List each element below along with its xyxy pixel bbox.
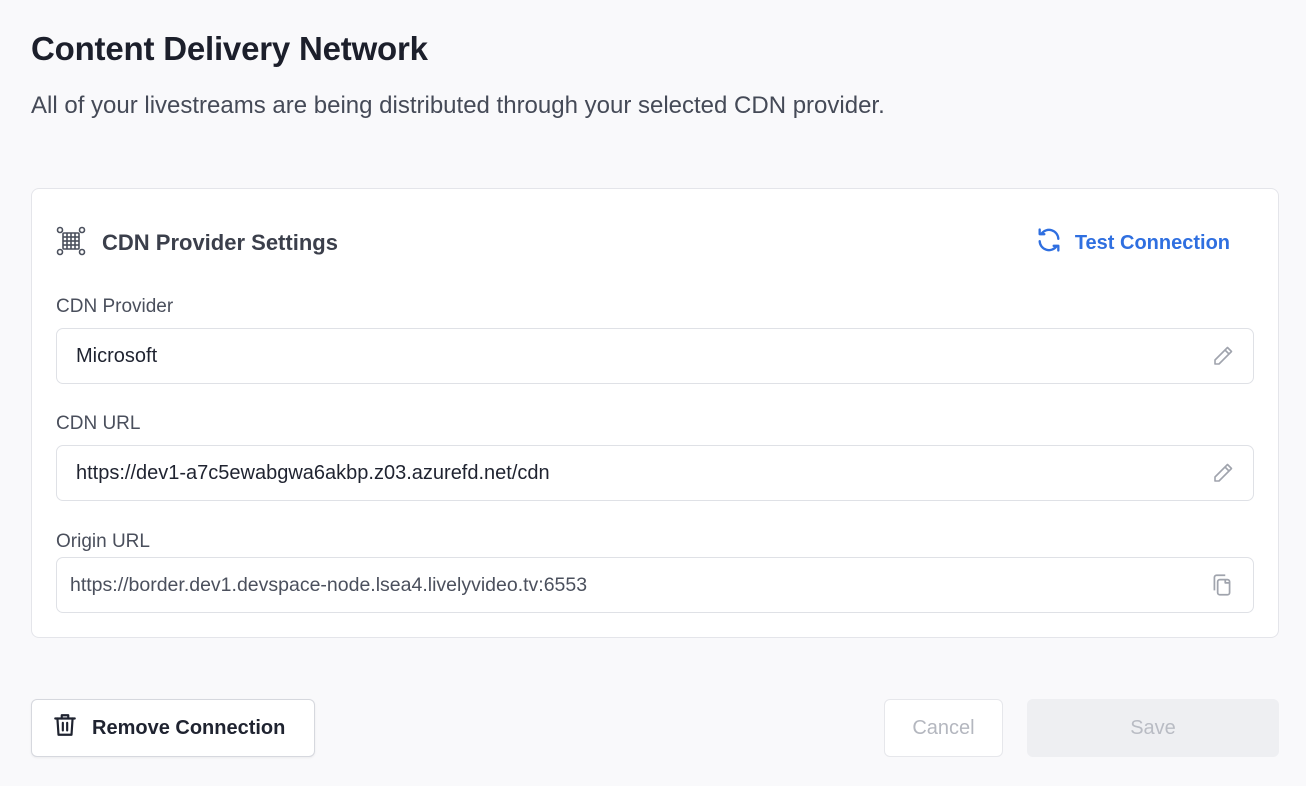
card-title: CDN Provider Settings <box>102 230 338 255</box>
cdn-url-label: CDN URL <box>56 413 141 434</box>
page-title: Content Delivery Network <box>31 30 428 67</box>
cdn-settings-page: Content Delivery Network All of your liv… <box>0 0 1306 786</box>
copy-icon[interactable] <box>1209 572 1235 598</box>
page-subtitle: All of your livestreams are being distri… <box>31 92 885 119</box>
cdn-url-field[interactable]: https://dev1-a7c5ewabgwa6akbp.z03.azuref… <box>56 445 1254 501</box>
pencil-icon[interactable] <box>1211 344 1235 368</box>
remove-connection-button[interactable]: Remove Connection <box>31 699 315 757</box>
origin-url-value: https://border.dev1.devspace-node.lsea4.… <box>70 573 588 596</box>
card-header: CDN Provider Settings Test Connection <box>56 225 1248 261</box>
save-button[interactable]: Save <box>1027 699 1279 757</box>
pencil-icon[interactable] <box>1211 461 1235 485</box>
network-icon <box>56 226 86 261</box>
remove-connection-label: Remove Connection <box>92 716 286 739</box>
cdn-provider-value: Microsoft <box>76 344 158 367</box>
trash-icon <box>52 712 78 744</box>
refresh-icon <box>1035 226 1063 260</box>
cdn-provider-label: CDN Provider <box>56 296 174 317</box>
cancel-button[interactable]: Cancel <box>884 699 1003 757</box>
cdn-url-value: https://dev1-a7c5ewabgwa6akbp.z03.azuref… <box>76 461 550 484</box>
test-connection-button[interactable]: Test Connection <box>1035 226 1230 260</box>
origin-url-field[interactable]: https://border.dev1.devspace-node.lsea4.… <box>56 557 1254 613</box>
origin-url-label: Origin URL <box>56 531 150 552</box>
cdn-provider-settings-card: CDN Provider Settings Test Connection CD… <box>31 188 1279 638</box>
card-title-group: CDN Provider Settings <box>56 226 338 261</box>
cdn-provider-field[interactable]: Microsoft <box>56 328 1254 384</box>
test-connection-label: Test Connection <box>1074 231 1230 254</box>
